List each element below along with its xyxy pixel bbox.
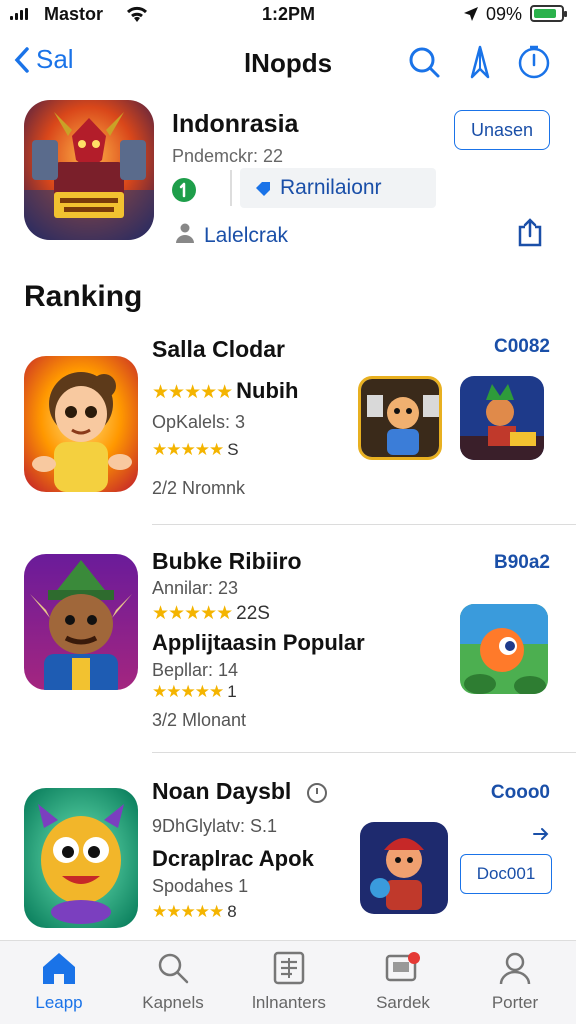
app-icon[interactable]	[24, 554, 138, 690]
rating-count: 22S	[236, 603, 270, 624]
tab-label: Sardek	[376, 993, 430, 1012]
tab-list[interactable]: lnlnanters	[234, 949, 344, 1013]
tab-bar: Leapp Kapnels lnlnanters Sardek Porter	[0, 940, 576, 1024]
screenshot-thumbnail[interactable]	[460, 376, 544, 460]
signal-icon	[10, 8, 28, 20]
screenshot-thumbnail[interactable]	[360, 822, 448, 914]
tab-search[interactable]: Kapnels	[118, 949, 228, 1013]
app-meta: 3/2 Mlonant	[152, 710, 247, 730]
app-title: Salla Clodar	[152, 336, 285, 362]
divider	[230, 170, 232, 206]
featured-app-icon[interactable]	[24, 100, 154, 240]
star-rating: ★★★★★ 1	[152, 682, 237, 701]
tab-chat[interactable]: Sardek	[348, 949, 458, 1013]
profile-icon	[460, 949, 570, 987]
app-title: Noan Daysbl	[152, 778, 292, 804]
share-icon[interactable]	[516, 218, 544, 253]
price-button[interactable]: C0082	[494, 336, 550, 358]
app-subtitle: Bepllar: 14	[152, 660, 239, 680]
search-icon	[118, 949, 228, 987]
navigation-arrow-icon[interactable]	[462, 44, 498, 80]
tab-profile[interactable]: Porter	[460, 949, 570, 1013]
divider	[152, 524, 576, 525]
app-subtitle: Spodahes 1	[152, 876, 249, 896]
tab-label: Porter	[491, 993, 539, 1012]
app-subtitle: OpKalels: 3	[152, 412, 246, 432]
arrow-right-icon[interactable]	[532, 826, 550, 847]
star-rating: ★★★★★ 8	[152, 902, 237, 921]
ranking-badge-icon	[172, 178, 196, 202]
developer-link[interactable]: Lalelcrak	[204, 224, 288, 248]
home-icon	[4, 949, 114, 987]
status-bar: Mastor 1:2PM 09%	[0, 0, 576, 30]
timer-icon[interactable]	[516, 44, 552, 80]
tab-label: Leapp	[35, 993, 83, 1012]
price-button[interactable]: B90a2	[494, 552, 550, 574]
tag-icon	[254, 180, 272, 201]
app-subtitle: Annilar: 23	[152, 578, 239, 598]
app-tagline: Applijtaasin Popular	[152, 630, 365, 655]
featured-app-subtitle: Pndemckr: 22	[172, 146, 284, 166]
wifi-icon	[124, 4, 150, 29]
featured-app: lndonrasia Pndemckr: 22 Rarnilaionr Unas…	[0, 96, 576, 266]
featured-app-name: lndonrasia	[172, 110, 299, 138]
chat-icon	[348, 949, 458, 987]
star-rating: ★★★★★ S	[152, 440, 239, 459]
app-title: Bubke Ribiiro	[152, 548, 302, 574]
tab-label: lnlnanters	[252, 993, 326, 1012]
person-icon	[174, 222, 196, 249]
screenshot-thumbnail[interactable]	[460, 604, 548, 694]
info-icon[interactable]	[306, 782, 328, 809]
star-rating: ★★★★★ Nubih	[152, 378, 299, 403]
navigation-bar: Sal lNopds	[0, 36, 576, 92]
app-subtitle: 9DhGlylatv: S.1	[152, 816, 278, 836]
app-icon[interactable]	[24, 356, 138, 492]
battery-icon	[530, 5, 567, 22]
app-meta: 2/2 Nromnk	[152, 478, 246, 498]
rating-count: 8	[227, 902, 237, 921]
location-icon	[462, 5, 480, 28]
section-title: Ranking	[24, 280, 143, 313]
battery-percent: 09%	[486, 4, 523, 24]
screenshot-thumbnail[interactable]	[358, 376, 442, 460]
search-icon[interactable]	[406, 44, 442, 80]
rating-count: 1	[227, 682, 237, 701]
rating-label: Nubih	[236, 378, 299, 403]
list-icon	[234, 949, 344, 987]
app-icon[interactable]	[24, 788, 138, 928]
download-button[interactable]: Doc001	[460, 854, 552, 894]
tab-label: Kapnels	[142, 993, 204, 1012]
category-label: Rarnilaionr	[280, 176, 382, 199]
divider	[152, 752, 576, 753]
carrier-name: Mastor	[44, 4, 104, 24]
clock: 1:2PM	[262, 4, 316, 24]
rating-count: S	[227, 440, 239, 459]
open-button[interactable]: Unasen	[454, 110, 550, 150]
star-rating: ★★★★★ 22S	[152, 603, 270, 624]
price-button[interactable]: Cooo0	[491, 782, 550, 804]
tab-home[interactable]: Leapp	[4, 949, 114, 1013]
app-tagline: Dcraplrac Apok	[152, 846, 314, 871]
